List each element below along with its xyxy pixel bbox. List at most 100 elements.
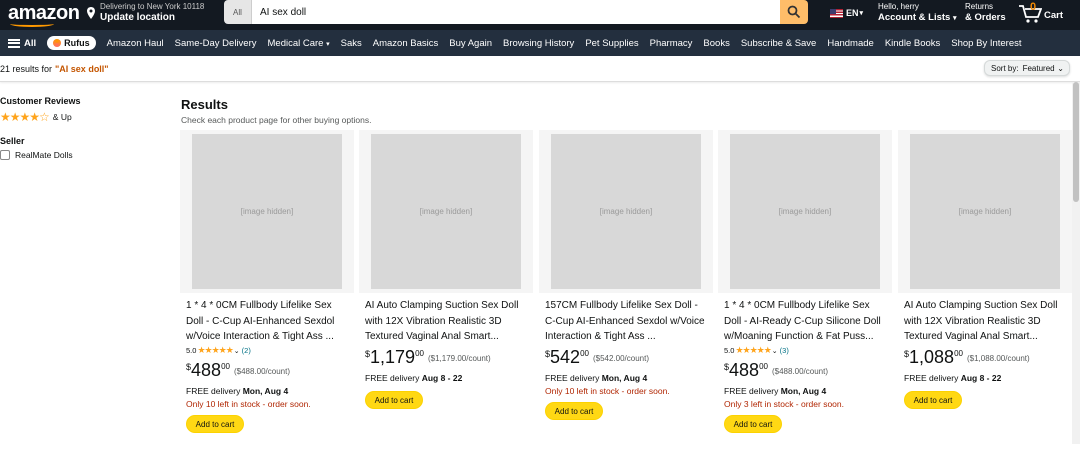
product-image[interactable]: [image hidden] — [539, 130, 713, 293]
product-price: $ 1,088 00 ($1,088.00/count) — [904, 347, 1030, 367]
returns-orders[interactable]: Returns & Orders — [965, 2, 1006, 24]
search-icon — [787, 5, 801, 19]
cart-label: Cart — [1044, 10, 1064, 21]
language-selector[interactable]: EN ▾ — [830, 8, 863, 18]
star-rating-icon: ★★★★★ — [197, 345, 233, 355]
nav-item-same-day[interactable]: Same-Day Delivery — [175, 38, 257, 49]
sort-label: Sort by: — [991, 63, 1019, 73]
cart-count: 0 — [1030, 1, 1037, 13]
search-category-select[interactable]: All — [224, 0, 252, 24]
page-scrollbar[interactable] — [1072, 82, 1080, 444]
search-bar: All — [224, 0, 808, 24]
nav-item-amazon-haul[interactable]: Amazon Haul — [107, 38, 164, 49]
product-image[interactable]: [image hidden] — [898, 130, 1072, 293]
account-lists[interactable]: Hello, herry Account & Lists ▾ — [878, 2, 956, 25]
product-title[interactable]: 157CM Fullbody Lifelike Sex Doll - C-Cup… — [545, 298, 709, 344]
chevron-down-icon: ⌄ — [1057, 64, 1064, 73]
product-card: [image hidden] AI Auto Clamping Suction … — [898, 130, 1072, 450]
delivery-info: FREE delivery Aug 8 - 22 — [365, 373, 463, 383]
delivery-info: FREE delivery Aug 8 - 22 — [904, 373, 1002, 383]
nav-item-saks[interactable]: Saks — [341, 38, 362, 49]
nav-item-buy-again[interactable]: Buy Again — [449, 38, 492, 49]
results-query: "AI sex doll" — [55, 63, 109, 74]
location-pin-icon — [87, 7, 95, 19]
image-placeholder: [image hidden] — [551, 134, 701, 289]
image-placeholder: [image hidden] — [910, 134, 1060, 289]
star-rating-icon: ★★★★☆ — [0, 110, 50, 124]
hamburger-icon — [8, 38, 20, 48]
product-title[interactable]: 1 * 4 * 0CM Fullbody Lifelike Sex Doll -… — [724, 298, 888, 344]
nav-item-subscribe-save[interactable]: Subscribe & Save — [741, 38, 817, 49]
image-placeholder: [image hidden] — [371, 134, 521, 289]
us-flag-icon — [830, 8, 843, 18]
image-placeholder: [image hidden] — [730, 134, 880, 289]
logo-smile-icon — [10, 21, 54, 27]
image-placeholder: [image hidden] — [192, 134, 342, 289]
product-card: [image hidden] 157CM Fullbody Lifelike S… — [539, 130, 713, 450]
delivery-info: FREE delivery Mon, Aug 4 — [186, 386, 289, 396]
reviews-filter-4up[interactable]: ★★★★☆ & Up — [0, 110, 170, 124]
deliver-line2: Update location — [100, 12, 176, 23]
rufus-button[interactable]: Rufus — [47, 36, 96, 50]
chevron-down-icon: ⌄ — [233, 347, 240, 355]
nav-item-shop-by-interest[interactable]: Shop By Interest — [951, 38, 1021, 49]
stock-warning: Only 10 left in stock - order soon. — [186, 399, 311, 409]
add-to-cart-button[interactable]: Add to cart — [724, 415, 782, 433]
product-rating[interactable]: 5.0 ★★★★★ ⌄ (2) — [186, 344, 354, 357]
product-price: $ 1,179 00 ($1,179.00/count) — [365, 347, 491, 367]
product-price: $ 488 00 ($488.00/count) — [186, 360, 291, 380]
add-to-cart-button[interactable]: Add to cart — [545, 402, 603, 420]
nav-item-books[interactable]: Books — [703, 38, 729, 49]
seller-checkbox[interactable] — [0, 150, 10, 160]
product-title[interactable]: AI Auto Clamping Suction Sex Doll with 1… — [365, 298, 529, 344]
account-greeting: Hello, herry — [878, 2, 919, 11]
caret-down-icon: ▾ — [859, 10, 864, 17]
product-image[interactable]: [image hidden] — [359, 130, 533, 293]
nav-item-handmade[interactable]: Handmade — [827, 38, 873, 49]
review-count[interactable]: (3) — [780, 346, 789, 355]
nav-item-kindle-books[interactable]: Kindle Books — [885, 38, 940, 49]
seller-heading: Seller — [0, 136, 25, 146]
account-label: Account & Lists ▾ — [878, 12, 957, 23]
deliver-line1: Delivering to New York 10118 — [100, 2, 205, 11]
scrollbar-thumb[interactable] — [1073, 82, 1079, 202]
nav-item-amazon-basics[interactable]: Amazon Basics — [373, 38, 438, 49]
top-nav: amazon Delivering to New York 10118 Upda… — [0, 0, 1080, 30]
sort-dropdown[interactable]: Sort by: Featured ⌄ — [984, 60, 1070, 76]
add-to-cart-button[interactable]: Add to cart — [365, 391, 423, 409]
product-price: $ 542 00 ($542.00/count) — [545, 347, 650, 367]
results-subtitle: Check each product page for other buying… — [181, 115, 372, 125]
search-input[interactable] — [252, 0, 780, 24]
results-info-bar: 21 results for "AI sex doll" Sort by: Fe… — [0, 56, 1080, 82]
seller-filter-option[interactable]: RealMate Dolls — [0, 150, 170, 160]
review-count[interactable]: (2) — [242, 346, 251, 355]
add-to-cart-button[interactable]: Add to cart — [904, 391, 962, 409]
nav-item-browsing-history[interactable]: Browsing History — [503, 38, 574, 49]
returns-line1: Returns — [965, 2, 994, 11]
nav-item-pet-supplies[interactable]: Pet Supplies — [585, 38, 638, 49]
reviews-up-label: & Up — [52, 112, 72, 122]
add-to-cart-button[interactable]: Add to cart — [186, 415, 244, 433]
product-rating[interactable]: 5.0 ★★★★★ ⌄ (3) — [724, 344, 892, 357]
caret-down-icon: ▾ — [952, 15, 957, 22]
product-price: $ 488 00 ($488.00/count) — [724, 360, 829, 380]
seller-option-label: RealMate Dolls — [15, 150, 73, 160]
nav-item-medical-care[interactable]: Medical Care ▾ — [268, 38, 330, 49]
product-title[interactable]: 1 * 4 * 0CM Fullbody Lifelike Sex Doll -… — [186, 298, 350, 344]
returns-line2: & Orders — [965, 12, 1006, 23]
stock-warning: Only 3 left in stock - order soon. — [724, 399, 844, 409]
results-count: 21 results for — [0, 63, 53, 74]
cart[interactable]: 0 Cart — [1018, 1, 1064, 24]
rufus-icon — [53, 39, 62, 47]
product-title[interactable]: AI Auto Clamping Suction Sex Doll with 1… — [904, 298, 1068, 344]
deliver-to[interactable]: Delivering to New York 10118 Update loca… — [86, 2, 204, 24]
product-image[interactable]: [image hidden] — [180, 130, 354, 293]
chevron-down-icon: ⌄ — [771, 347, 778, 355]
sub-nav: All Rufus Amazon Haul Same-Day Delivery … — [0, 30, 1080, 56]
nav-item-pharmacy[interactable]: Pharmacy — [650, 38, 693, 49]
search-button[interactable] — [780, 0, 808, 24]
star-rating-icon: ★★★★★ — [735, 345, 771, 355]
product-image[interactable]: [image hidden] — [718, 130, 892, 293]
product-card: [image hidden] AI Auto Clamping Suction … — [359, 130, 533, 450]
all-menu-button[interactable]: All — [8, 38, 36, 49]
